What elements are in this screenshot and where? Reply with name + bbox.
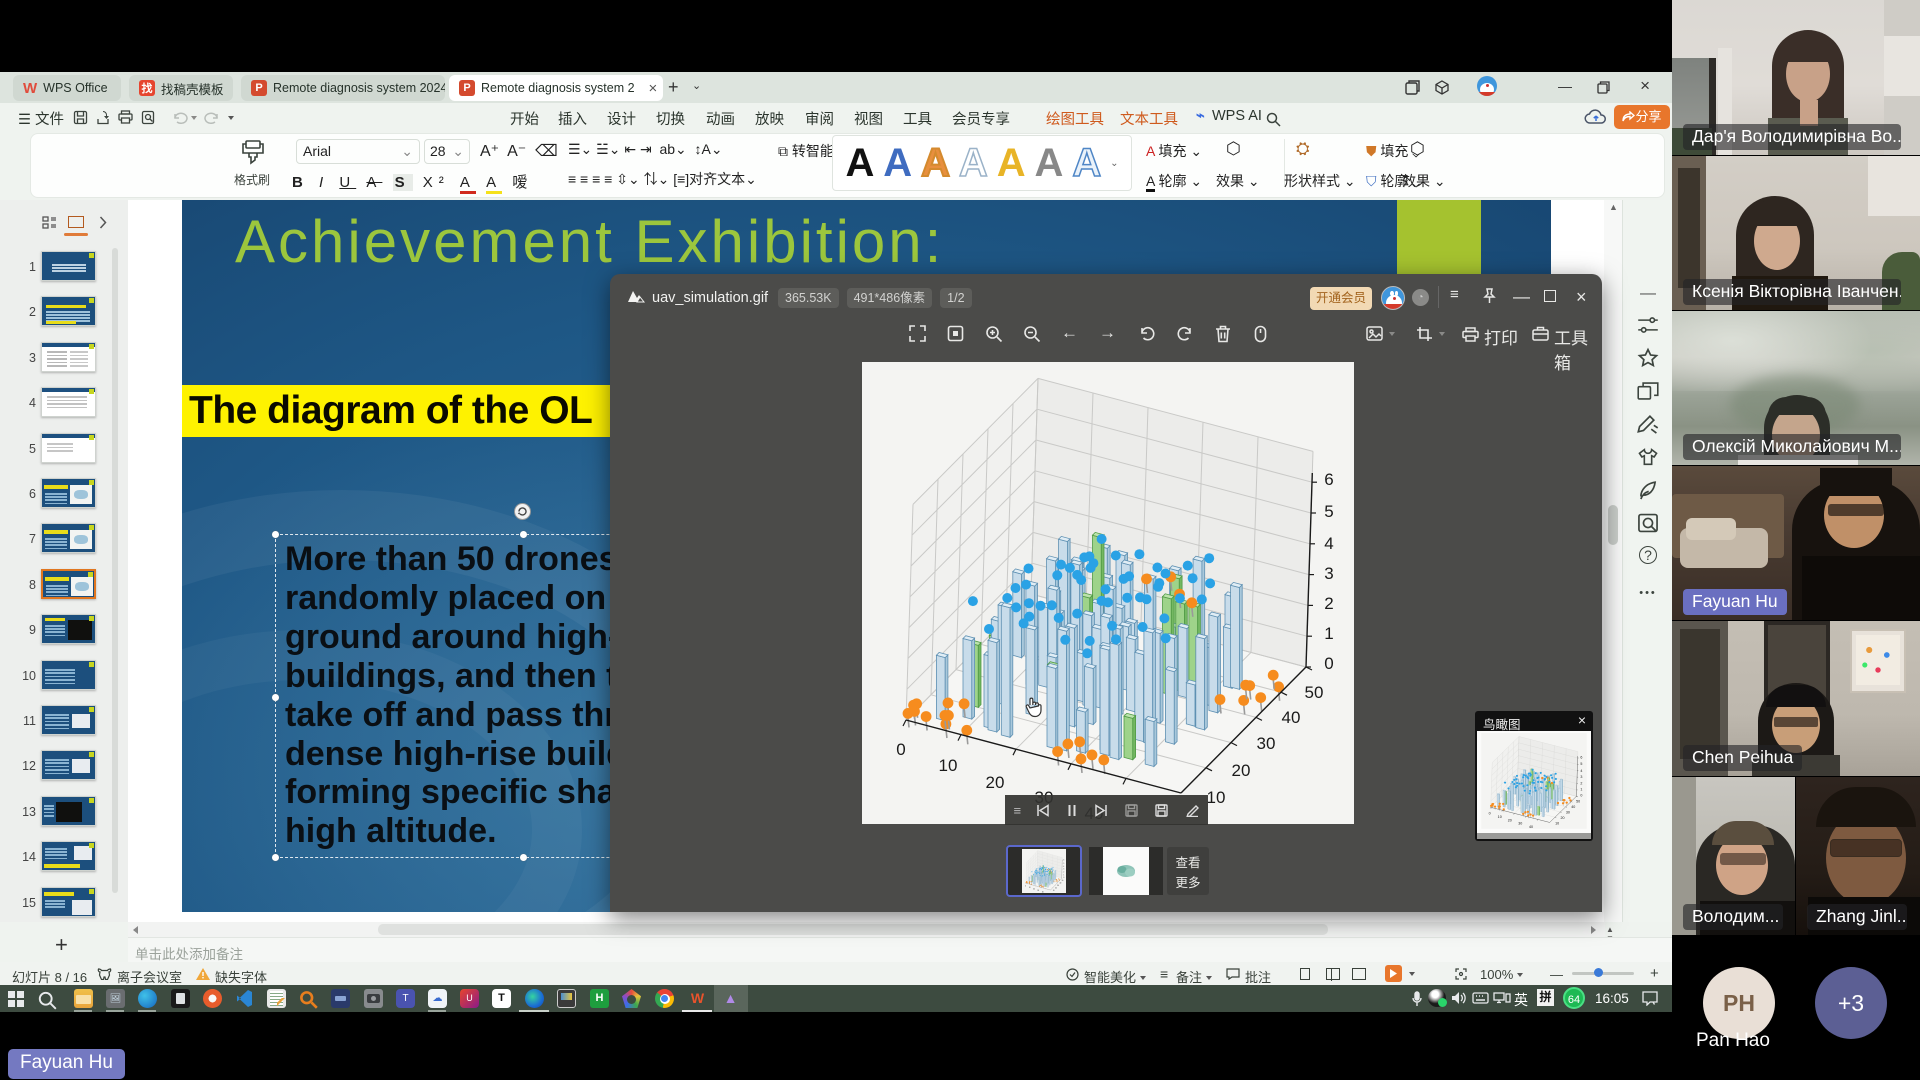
svg-text:10: 10 (1555, 822, 1559, 826)
svg-text:0: 0 (896, 740, 905, 759)
svg-text:10: 10 (1498, 815, 1502, 819)
svg-text:3: 3 (1580, 775, 1582, 779)
svg-text:0: 0 (1489, 812, 1491, 816)
svg-text:20: 20 (1232, 761, 1251, 780)
svg-text:0: 0 (1580, 794, 1582, 798)
svg-text:2: 2 (1580, 781, 1582, 785)
svg-text:30: 30 (1566, 810, 1570, 814)
svg-text:5: 5 (1324, 502, 1333, 521)
svg-text:50: 50 (1305, 683, 1324, 702)
svg-text:20: 20 (1508, 818, 1512, 822)
svg-text:20: 20 (986, 773, 1005, 792)
svg-text:1: 1 (1324, 624, 1333, 643)
svg-text:10: 10 (939, 756, 958, 775)
svg-text:50: 50 (1576, 800, 1580, 804)
svg-text:40: 40 (1571, 805, 1575, 809)
svg-text:0: 0 (1324, 654, 1333, 673)
svg-text:2: 2 (1324, 594, 1333, 613)
svg-text:6: 6 (1324, 470, 1333, 489)
svg-text:3: 3 (1324, 564, 1333, 583)
svg-text:6: 6 (1580, 756, 1582, 760)
svg-text:40: 40 (1282, 708, 1301, 727)
svg-text:30: 30 (1257, 734, 1276, 753)
svg-text:30: 30 (1518, 822, 1522, 826)
svg-text:1: 1 (1580, 788, 1582, 792)
svg-text:10: 10 (1207, 788, 1226, 807)
svg-text:4: 4 (1324, 534, 1333, 553)
svg-text:20: 20 (1560, 816, 1564, 820)
svg-text:4: 4 (1580, 769, 1582, 773)
svg-text:5: 5 (1580, 762, 1582, 766)
svg-text:40: 40 (1529, 825, 1533, 829)
